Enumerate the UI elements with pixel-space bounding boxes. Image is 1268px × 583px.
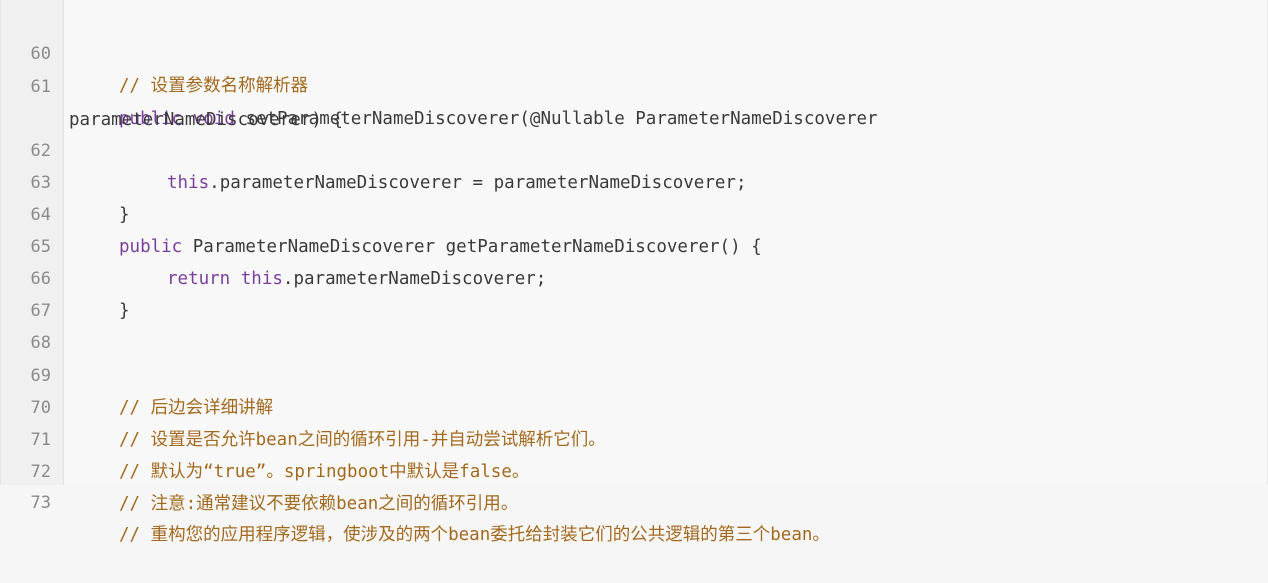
code-line: 68	[1, 295, 51, 353]
code-text: public ParameterNameDiscoverer getParame…	[119, 231, 762, 263]
code-comment: // 注意:通常建议不要依赖bean之间的循环引用。	[119, 494, 519, 514]
code-line: 69 // 后边会详细讲解	[1, 328, 274, 418]
code-line: 62 this.parameterNameDiscoverer = parame…	[1, 103, 747, 193]
code-plain: }	[119, 301, 130, 321]
code-plain: ParameterNameDiscoverer getParameterName…	[182, 237, 762, 257]
code-line: 65 return this.parameterNameDiscoverer;	[1, 199, 547, 289]
code-line: 67	[1, 263, 51, 321]
line-number: 73	[30, 493, 51, 513]
code-line: 64 public ParameterNameDiscoverer getPar…	[1, 167, 762, 257]
code-comment: // 设置参数名称解析器	[119, 76, 309, 96]
code-line: 63 }	[1, 135, 130, 225]
code-line: 71 // 默认为“true”。springboot中默认是false。	[1, 392, 530, 482]
code-line: 61 public void setParameterNameDiscovere…	[1, 39, 878, 129]
code-plain	[230, 269, 241, 289]
code-plain: .parameterNameDiscoverer;	[282, 269, 547, 289]
code-line: 60 // 设置参数名称解析器	[1, 6, 309, 96]
code-comment: // 重构您的应用程序逻辑，使涉及的两个bean委托给封装它们的公共逻辑的第三个…	[119, 525, 830, 545]
code-line: 66 }	[1, 231, 130, 321]
code-text: return this.parameterNameDiscoverer;	[167, 263, 546, 295]
code-comment: // 后边会详细讲解	[119, 398, 274, 418]
code-plain: parameterNameDiscoverer) {	[69, 110, 343, 130]
code-line: 72 // 注意:通常建议不要依赖bean之间的循环引用。	[1, 424, 519, 514]
code-keyword: return	[167, 269, 231, 289]
code-comment: // 默认为“true”。springboot中默认是false。	[119, 462, 530, 482]
code-plain: }	[119, 205, 130, 225]
code-comment: // 设置是否允许bean之间的循环引用-并自动尝试解析它们。	[119, 430, 606, 450]
code-plain: .parameterNameDiscoverer = parameterName…	[209, 173, 747, 193]
code-viewer: 60 // 设置参数名称解析器 61 public void setParame…	[0, 0, 1268, 545]
code-keyword: this	[167, 173, 210, 193]
code-line: 70 // 设置是否允许bean之间的循环引用-并自动尝试解析它们。	[1, 360, 606, 450]
code-line-wrapped: parameterNameDiscoverer) {	[1, 72, 343, 130]
code-keyword: this	[240, 269, 283, 289]
code-text: this.parameterNameDiscoverer = parameter…	[167, 167, 747, 199]
code-line: 73 // 重构您的应用程序逻辑，使涉及的两个bean委托给封装它们的公共逻辑的…	[1, 455, 830, 545]
code-keyword: public	[119, 237, 183, 257]
